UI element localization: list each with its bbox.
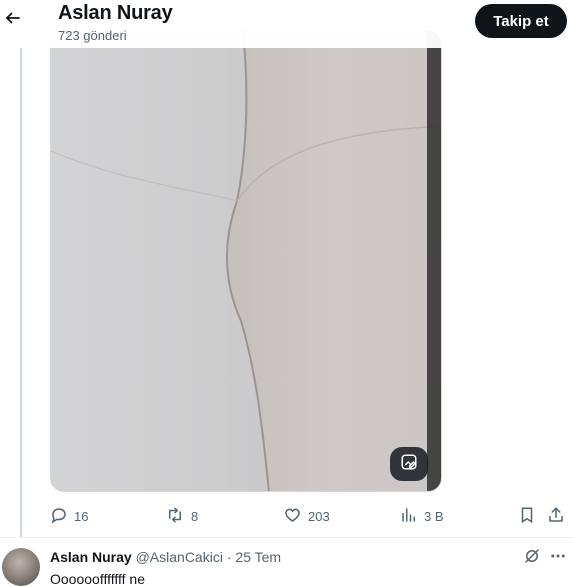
reply-count: 16 xyxy=(74,508,89,524)
grok-button[interactable] xyxy=(520,546,544,570)
reply-separator: · xyxy=(226,549,232,565)
more-button[interactable] xyxy=(546,546,570,570)
post-count: 723 gönderi xyxy=(58,28,127,43)
comment-icon xyxy=(50,506,68,527)
views-count: 3 B xyxy=(424,508,444,524)
reply-header: Aslan Nuray @AslanCakici · 25 Tem xyxy=(50,549,281,565)
reply-author-name[interactable]: Aslan Nuray xyxy=(50,549,132,565)
retweet-icon xyxy=(165,506,185,527)
tweet-photo[interactable] xyxy=(50,30,442,492)
bookmark-button[interactable] xyxy=(518,500,536,532)
tweet-actions: 16 8 203 3 B xyxy=(0,500,573,532)
reply-button[interactable]: 16 xyxy=(50,500,88,532)
reply-date[interactable]: 25 Tem xyxy=(235,549,281,565)
image-edit-icon xyxy=(400,453,418,476)
heart-icon xyxy=(283,506,302,527)
reply-tweet[interactable]: Aslan Nuray @AslanCakici · 25 Tem Oooooo… xyxy=(0,538,573,587)
avatar[interactable] xyxy=(2,548,40,586)
arrow-left-icon xyxy=(4,9,22,32)
like-count: 203 xyxy=(308,508,330,524)
retweet-button[interactable]: 8 xyxy=(165,500,198,532)
grok-icon xyxy=(523,547,541,570)
like-button[interactable]: 203 xyxy=(283,500,330,532)
views-button[interactable]: 3 B xyxy=(400,500,444,532)
thread-line xyxy=(20,48,22,538)
share-icon xyxy=(547,506,565,527)
bar-chart-icon xyxy=(400,506,418,527)
more-dots-icon xyxy=(549,547,567,570)
photo-content xyxy=(51,31,441,491)
reply-text: Oooooofffffff ne xyxy=(50,571,145,587)
follow-button[interactable]: Takip et xyxy=(475,4,567,38)
profile-header: Aslan Nuray 723 gönderi Takip et xyxy=(0,0,573,48)
retweet-count: 8 xyxy=(191,508,199,524)
bookmark-icon xyxy=(518,506,536,527)
share-button[interactable] xyxy=(547,500,565,532)
image-edit-button[interactable] xyxy=(390,447,428,481)
page-title: Aslan Nuray xyxy=(58,2,173,24)
reply-handle[interactable]: @AslanCakici xyxy=(136,549,223,565)
back-button[interactable] xyxy=(0,6,26,34)
